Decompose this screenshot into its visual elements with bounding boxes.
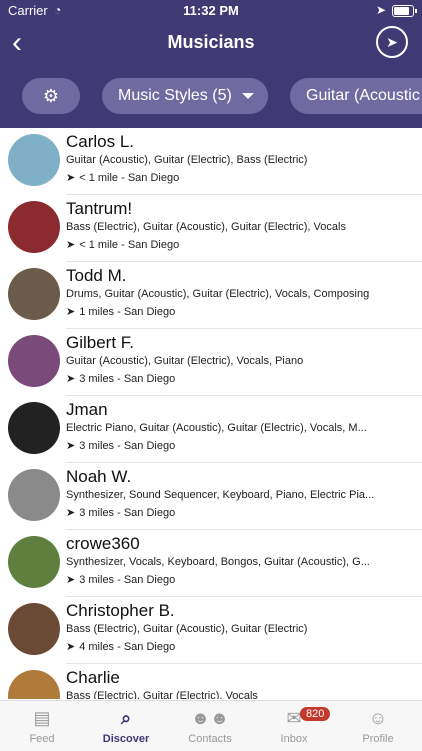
instrument-filter-button[interactable]: Guitar (Acoustic: [290, 78, 422, 114]
status-time: 11:32 PM: [183, 3, 239, 18]
page-title: Musicians: [167, 32, 255, 52]
musician-list[interactable]: Carlos L. Guitar (Acoustic), Guitar (Ele…: [0, 128, 422, 699]
tab-bar: ▤ Feed ⌕ Discover ☻☻ Contacts ✉ 820 Inbo…: [0, 700, 422, 751]
battery-icon: [392, 5, 417, 17]
musician-name: Jman: [66, 400, 108, 419]
list-item[interactable]: Todd M. Drums, Guitar (Acoustic), Guitar…: [0, 262, 422, 329]
caret-down-icon: [241, 93, 254, 99]
avatar: [8, 402, 60, 454]
location-arrow-icon: ➤: [66, 507, 76, 519]
list-item[interactable]: crowe360 Synthesizer, Vocals, Keyboard, …: [0, 530, 422, 597]
musician-location: ➤ 3 miles - San Diego: [66, 507, 176, 519]
tab-contacts[interactable]: ☻☻ Contacts: [168, 705, 252, 745]
musician-instruments: Bass (Electric), Guitar (Electric), Voca…: [66, 690, 258, 699]
list-item[interactable]: Christopher B. Bass (Electric), Guitar (…: [0, 597, 422, 664]
musician-name: Carlos L.: [66, 132, 135, 151]
musician-instruments: Bass (Electric), Guitar (Acoustic), Guit…: [66, 623, 308, 635]
musician-instruments: Bass (Electric), Guitar (Acoustic), Guit…: [66, 221, 346, 233]
avatar: [8, 603, 60, 655]
gear-icon: ⚙: [42, 85, 60, 106]
musician-name: Charlie: [66, 668, 120, 687]
musician-instruments: Guitar (Acoustic), Guitar (Electric), Vo…: [66, 355, 304, 367]
musician-name: crowe360: [66, 534, 140, 553]
tab-contacts-label: Contacts: [188, 733, 232, 745]
musician-location: ➤ 3 miles - San Diego: [66, 373, 176, 385]
avatar: [8, 134, 60, 186]
list-item[interactable]: Tantrum! Bass (Electric), Guitar (Acoust…: [0, 195, 422, 262]
navigation-arrow-icon[interactable]: ➤: [376, 26, 408, 58]
newspaper-icon: ▤: [33, 708, 51, 728]
musician-location: ➤ < 1 mile - San Diego: [66, 239, 180, 251]
location-status-icon: ➤: [375, 3, 386, 17]
list-item[interactable]: Gilbert F. Guitar (Acoustic), Guitar (El…: [0, 329, 422, 396]
musician-name: Noah W.: [66, 467, 132, 486]
musician-instruments: Synthesizer, Vocals, Keyboard, Bongos, G…: [66, 556, 370, 568]
musician-name: Todd M.: [66, 266, 127, 285]
musician-instruments: Drums, Guitar (Acoustic), Guitar (Electr…: [66, 288, 370, 300]
list-item[interactable]: Carlos L. Guitar (Acoustic), Guitar (Ele…: [0, 128, 422, 195]
avatar: [8, 469, 60, 521]
tab-profile-label: Profile: [362, 733, 394, 745]
status-bar: Carrier ◔ 11:32 PM ➤: [0, 0, 422, 22]
musician-location: ➤ 4 miles - San Diego: [66, 641, 176, 653]
musician-location: ➤ 1 miles - San Diego: [66, 306, 176, 318]
tab-discover[interactable]: ⌕ Discover: [84, 705, 168, 745]
avatar: [8, 201, 60, 253]
location-arrow-icon: ➤: [66, 306, 76, 318]
tab-discover-label: Discover: [102, 733, 150, 745]
list-item[interactable]: Charlie Bass (Electric), Guitar (Electri…: [0, 664, 422, 699]
navigation-bar: ‹ Musicians ➤: [0, 26, 422, 64]
avatar: [8, 335, 60, 387]
search-icon: ⌕: [120, 708, 132, 728]
tab-inbox-label: Inbox: [280, 733, 308, 745]
musician-location: ➤ < 1 mile - San Diego: [66, 172, 180, 184]
avatar: [8, 536, 60, 588]
person-icon: ☺: [368, 708, 388, 728]
instrument-filter-label: Guitar (Acoustic: [306, 87, 420, 104]
location-arrow-icon: ➤: [66, 373, 76, 385]
avatar: [8, 670, 60, 699]
musician-location: ➤ 3 miles - San Diego: [66, 440, 176, 452]
musician-instruments: Synthesizer, Sound Sequencer, Keyboard, …: [66, 489, 375, 501]
list-item[interactable]: Jman Electric Piano, Guitar (Acoustic), …: [0, 396, 422, 463]
musician-location: ➤ 3 miles - San Diego: [66, 574, 176, 586]
musician-instruments: Electric Piano, Guitar (Acoustic), Guita…: [66, 422, 367, 434]
music-styles-filter-button[interactable]: Music Styles (5): [102, 78, 268, 114]
list-item[interactable]: Noah W. Synthesizer, Sound Sequencer, Ke…: [0, 463, 422, 530]
tab-feed[interactable]: ▤ Feed: [0, 705, 84, 745]
header: Carrier ◔ 11:32 PM ➤ ‹ Musicians ➤ ⚙ Mus…: [0, 0, 422, 128]
location-arrow-icon: ➤: [66, 440, 76, 452]
musician-name: Christopher B.: [66, 601, 175, 620]
location-arrow-icon: ➤: [66, 172, 76, 184]
location-arrow-icon: ➤: [66, 574, 76, 586]
avatar: [8, 268, 60, 320]
tab-profile[interactable]: ☺ Profile: [336, 705, 420, 745]
musician-name: Gilbert F.: [66, 333, 135, 352]
location-arrow-icon: ➤: [66, 641, 76, 653]
musician-instruments: Guitar (Acoustic), Guitar (Electric), Ba…: [66, 154, 308, 166]
music-styles-label: Music Styles (5): [118, 87, 232, 104]
tab-inbox[interactable]: ✉ 820 Inbox: [252, 705, 336, 745]
filter-bar: ⚙ Music Styles (5) Guitar (Acoustic: [0, 78, 422, 114]
inbox-badge: 820: [300, 707, 331, 721]
tab-feed-label: Feed: [29, 733, 55, 745]
location-arrow-icon: ➤: [66, 239, 76, 251]
musician-name: Tantrum!: [66, 199, 133, 218]
contacts-icon: ☻☻: [191, 708, 229, 728]
settings-filter-button[interactable]: ⚙: [22, 78, 80, 114]
